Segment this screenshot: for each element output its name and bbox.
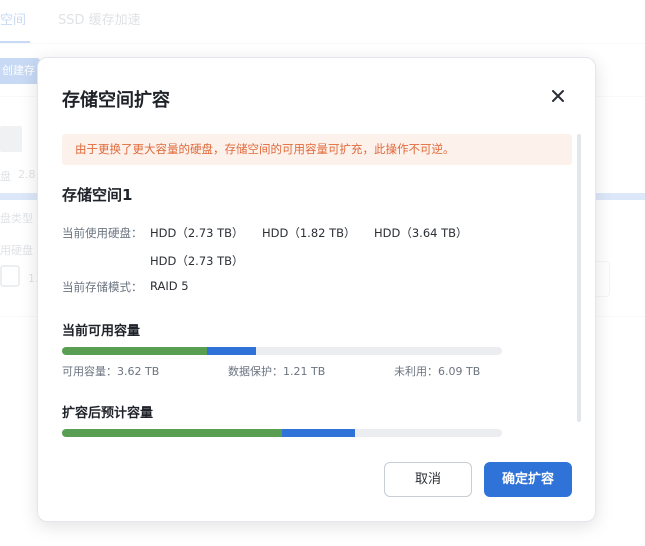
expanded-capacity-bar xyxy=(62,429,502,437)
scrollbar[interactable] xyxy=(577,134,581,422)
available-segment xyxy=(62,347,208,355)
confirm-expand-button[interactable]: 确定扩容 xyxy=(484,462,572,497)
data-protection-legend: 数据保护：1.21 TB xyxy=(228,365,326,378)
cancel-button[interactable]: 取消 xyxy=(384,462,472,497)
storage-pool-name: 存储空间1 xyxy=(62,186,133,204)
expanded-capacity-title: 扩容后预计容量 xyxy=(62,406,154,421)
dialog-title: 存储空间扩容 xyxy=(62,90,170,111)
current-disks-label: 当前使用硬盘： xyxy=(62,226,143,240)
close-icon[interactable] xyxy=(546,84,570,108)
disk-item: HDD（2.73 TB） xyxy=(150,254,244,268)
expand-storage-dialog: 存储空间扩容 由于更换了更大容量的硬盘，存储空间的可用容量可扩充，此操作不可逆。… xyxy=(37,57,596,522)
disk-item: HDD（1.82 TB） xyxy=(262,226,356,240)
warning-banner: 由于更换了更大容量的硬盘，存储空间的可用容量可扩充，此操作不可逆。 xyxy=(62,134,572,165)
available-capacity-legend: 可用容量：3.62 TB xyxy=(62,365,160,378)
protection-segment xyxy=(282,429,356,437)
protection-segment xyxy=(207,347,257,355)
available-segment xyxy=(62,429,282,437)
disk-item: HDD（3.64 TB） xyxy=(374,226,468,240)
storage-mode-label: 当前存储模式： xyxy=(62,280,143,294)
unused-capacity-legend: 未利用：6.09 TB xyxy=(394,365,481,378)
current-capacity-title: 当前可用容量 xyxy=(62,324,141,339)
storage-mode-value: RAID 5 xyxy=(150,279,189,293)
disk-item: HDD（2.73 TB） xyxy=(150,226,244,240)
current-capacity-bar xyxy=(62,347,502,355)
